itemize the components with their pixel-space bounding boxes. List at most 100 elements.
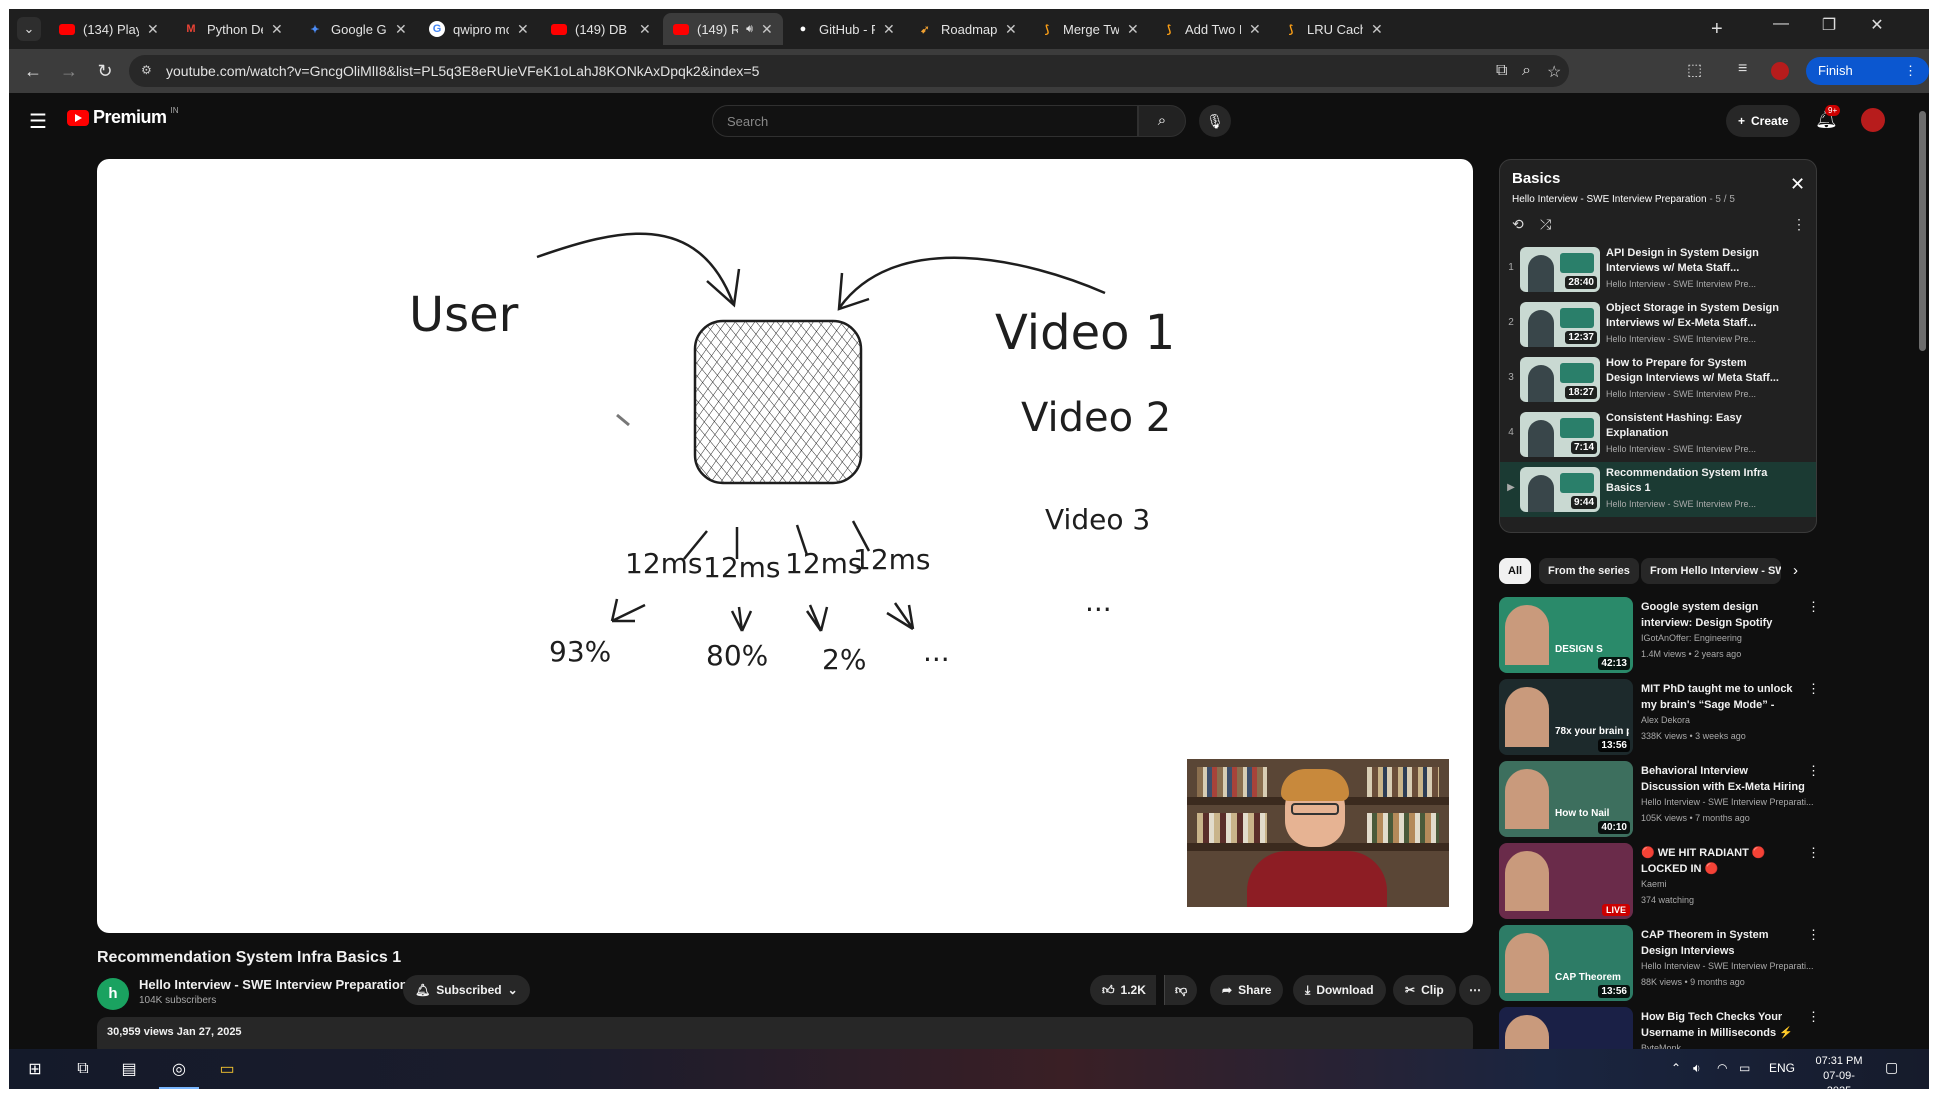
recommended-video[interactable]: 78x your brain power 13:56 MIT PhD taught …: [1499, 679, 1820, 755]
file-explorer-icon[interactable]: ▭: [213, 1055, 241, 1083]
more-actions-button[interactable]: ⋯: [1459, 975, 1491, 1005]
subscribed-button[interactable]: 🔔︎ Subscribed ⌄: [403, 975, 530, 1005]
recommended-channel[interactable]: IGotAnOffer: Engineering: [1641, 633, 1816, 643]
maximize-button[interactable]: ❐: [1809, 15, 1849, 35]
close-tab-icon[interactable]: ✕: [1371, 21, 1383, 38]
scrollbar-thumb[interactable]: [1919, 111, 1926, 351]
new-tab-button[interactable]: +: [1711, 17, 1723, 41]
video-thumbnail[interactable]: CAP Theorem 13:56: [1499, 925, 1633, 1001]
browser-tab[interactable]: (134) Playlists - ✕: [49, 13, 169, 45]
extensions-icon[interactable]: ⬚: [1687, 60, 1702, 80]
close-tab-icon[interactable]: ✕: [1249, 21, 1261, 38]
playlist-item-thumbnail[interactable]: 18:27: [1520, 357, 1600, 402]
language-indicator[interactable]: ENG: [1769, 1061, 1795, 1075]
search-input[interactable]: [713, 106, 1137, 136]
browser-tab[interactable]: (149) DB Inde ✕: [541, 13, 661, 45]
youtube-logo[interactable]: Premium IN: [67, 106, 179, 128]
recommended-title[interactable]: Google system design interview: Design S…: [1641, 599, 1806, 631]
video-thumbnail[interactable]: How to Nail 40:10: [1499, 761, 1633, 837]
close-tab-icon[interactable]: ✕: [517, 21, 529, 38]
video-thumbnail[interactable]: 78x your brain power 13:56: [1499, 679, 1633, 755]
playlist-item-channel[interactable]: Hello Interview - SWE Interview Pre...: [1606, 444, 1781, 454]
playlist-channel[interactable]: Hello Interview - SWE Interview Preparat…: [1512, 194, 1707, 205]
close-tab-icon[interactable]: ✕: [761, 21, 773, 38]
account-avatar[interactable]: [1861, 108, 1885, 132]
forward-icon[interactable]: →: [57, 59, 81, 83]
taskbar-clock[interactable]: 07:31 PM 07-09-2025: [1811, 1054, 1867, 1089]
reload-icon[interactable]: ↻: [93, 59, 117, 83]
tab-search-dropdown[interactable]: ⌄: [17, 17, 41, 41]
playlist-item-thumbnail[interactable]: 7:14: [1520, 412, 1600, 457]
playlist-item-channel[interactable]: Hello Interview - SWE Interview Pre...: [1606, 334, 1781, 344]
finish-update-button[interactable]: Finish update ⋮: [1806, 57, 1929, 106]
playlist-item[interactable]: 2 12:37 Object Storage in System Design In…: [1500, 297, 1816, 352]
close-tab-icon[interactable]: ✕: [883, 21, 895, 38]
close-tab-icon[interactable]: ✕: [147, 21, 159, 38]
chrome-icon[interactable]: ◎: [159, 1055, 199, 1089]
recommended-channel[interactable]: Kaemi: [1641, 879, 1816, 889]
browser-tab[interactable]: ⟆ LRU Cache - Le ✕: [1273, 13, 1393, 45]
recommended-title[interactable]: How Big Tech Checks Your Username in Mil…: [1641, 1009, 1806, 1041]
page-scrollbar[interactable]: [1915, 93, 1929, 1053]
search-button[interactable]: ⌕: [1138, 105, 1186, 137]
playlist-item-title[interactable]: Object Storage in System Design Intervie…: [1606, 301, 1781, 331]
shuffle-icon[interactable]: ⤮: [1540, 216, 1551, 233]
browser-tab[interactable]: Gqwipro most a ✕: [419, 13, 539, 45]
speaker-icon[interactable]: 🔊︎: [746, 23, 753, 36]
playlist-item[interactable]: ▶ 9:44 Recommendation System Infra Basics …: [1500, 462, 1816, 517]
recommended-title[interactable]: CAP Theorem in System Design Interviews: [1641, 927, 1806, 959]
recommended-video[interactable]: CAP Theorem 13:56 CAP Theorem in System De…: [1499, 925, 1820, 1001]
back-icon[interactable]: ←: [21, 59, 45, 83]
volume-icon[interactable]: 🔉︎: [1693, 1061, 1701, 1076]
playlist-title[interactable]: Basics: [1512, 170, 1560, 187]
playlist-item[interactable]: 1 28:40 API Design in System Design Interv…: [1500, 242, 1816, 297]
playlist-item-channel[interactable]: Hello Interview - SWE Interview Pre...: [1606, 499, 1781, 509]
browser-tab[interactable]: ⟆ Add Two Num ✕: [1151, 13, 1271, 45]
more-vert-icon[interactable]: ⋮: [1807, 845, 1820, 861]
task-view-icon[interactable]: ⧉: [69, 1055, 97, 1083]
playlist-item-thumbnail[interactable]: 9:44: [1520, 467, 1600, 512]
recommended-title[interactable]: Behavioral Interview Discussion with Ex-…: [1641, 763, 1806, 795]
browser-tab[interactable]: ● GitHub - Roha ✕: [785, 13, 905, 45]
recommended-title[interactable]: 🔴 WE HIT RADIANT 🔴 LOCKED IN 🔴: [1641, 845, 1806, 877]
playlist-item-title[interactable]: Consistent Hashing: Easy Explanation: [1606, 411, 1781, 441]
download-button[interactable]: ⤓ Download: [1293, 975, 1386, 1005]
video-thumbnail[interactable]: LIVE: [1499, 843, 1633, 919]
browser-tab[interactable]: ⟆ Merge Two Sor ✕: [1029, 13, 1149, 45]
more-vert-icon[interactable]: ⋮: [1807, 599, 1820, 615]
playlist-item-thumbnail[interactable]: 28:40: [1520, 247, 1600, 292]
close-tab-icon[interactable]: ✕: [271, 21, 283, 38]
chip-all[interactable]: All: [1499, 558, 1532, 584]
browser-tab[interactable]: ✦ Google Gemini ✕: [297, 13, 417, 45]
app-pinned-icon[interactable]: ▤: [115, 1055, 143, 1083]
battery-icon[interactable]: ▭: [1739, 1061, 1750, 1075]
install-icon[interactable]: ⧉: [1496, 62, 1507, 80]
playlist-item-channel[interactable]: Hello Interview - SWE Interview Pre...: [1606, 389, 1781, 399]
playlist-more-icon[interactable]: ⋮: [1792, 216, 1806, 233]
video-player[interactable]: User Video 1 Video 2 Video 3 ... 12ms 12…: [97, 159, 1473, 933]
create-button[interactable]: + Create: [1726, 105, 1801, 137]
playlist-item-thumbnail[interactable]: 12:37: [1520, 302, 1600, 347]
minimize-button[interactable]: —: [1761, 15, 1801, 33]
close-window-button[interactable]: ✕: [1857, 15, 1897, 35]
more-vert-icon[interactable]: ⋮: [1807, 681, 1820, 697]
more-vert-icon[interactable]: ⋮: [1807, 763, 1820, 779]
close-icon[interactable]: ✕: [1790, 174, 1805, 195]
playlist-item-title[interactable]: How to Prepare for System Design Intervi…: [1606, 356, 1781, 386]
more-vert-icon[interactable]: ⋮: [1807, 1009, 1820, 1025]
recommended-video[interactable]: LIVE 🔴 WE HIT RADIANT 🔴 LOCKED IN 🔴 Kaemi 3…: [1499, 843, 1820, 919]
dislike-button[interactable]: 👎︎: [1164, 975, 1198, 1005]
bookmark-star-icon[interactable]: ☆: [1547, 62, 1561, 82]
profile-avatar[interactable]: [1771, 62, 1789, 80]
video-thumbnail[interactable]: DESIGN S 42:13: [1499, 597, 1633, 673]
notification-center-icon[interactable]: ▢: [1885, 1059, 1898, 1076]
media-control-icon[interactable]: ≡: [1738, 60, 1747, 78]
chip-from-channel[interactable]: From Hello Interview - SW: [1641, 558, 1781, 584]
browser-tab[interactable]: ➹ Roadmap ✕: [907, 13, 1027, 45]
chevron-right-icon[interactable]: ›: [1793, 562, 1798, 579]
playlist-item[interactable]: 4 7:14 Consistent Hashing: Easy Explanatio…: [1500, 407, 1816, 462]
site-info-icon[interactable]: ⚙: [141, 63, 157, 79]
recommended-video[interactable]: How to Nail 40:10 Behavioral Interview Dis…: [1499, 761, 1820, 837]
url-text[interactable]: youtube.com/watch?v=GncgOliMlI8&list=PL5…: [166, 63, 759, 79]
close-tab-icon[interactable]: ✕: [639, 21, 651, 38]
